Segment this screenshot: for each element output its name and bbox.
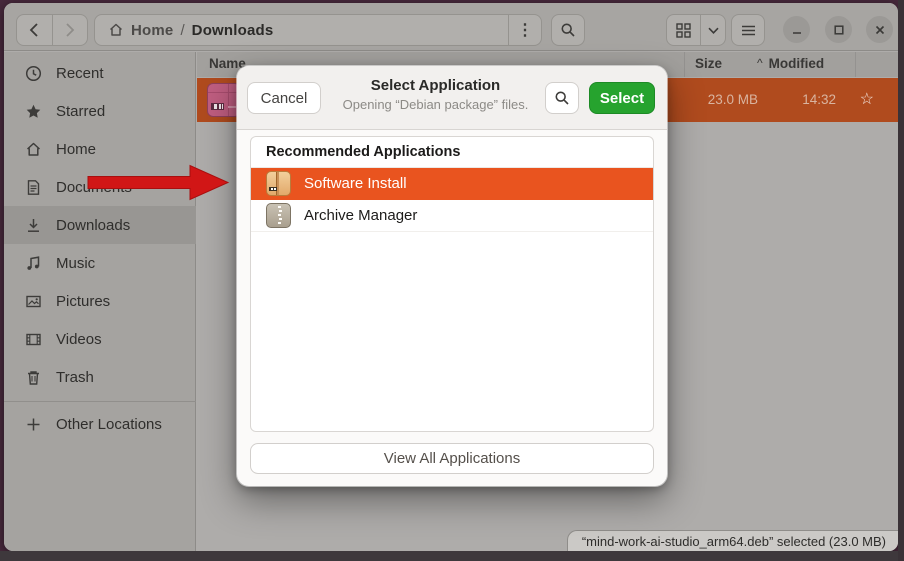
search-icon [560,22,576,38]
path-menu-button[interactable]: ⋮ [508,15,541,45]
statusbar-text: “mind-work-ai-studio_arm64.deb” selected… [582,534,886,549]
view-toggle-group [666,14,726,46]
dialog-titles: Select Application Opening “Debian packa… [332,77,539,112]
sidebar-item-videos[interactable]: Videos [4,320,196,358]
star-outline-icon[interactable]: ☆ [860,89,874,109]
sidebar-item-label: Recent [56,65,104,82]
dialog-subtitle: Opening “Debian package” files. [332,97,539,112]
breadcrumb-home[interactable]: Home [131,22,173,39]
dialog-search-button[interactable] [545,82,579,114]
column-divider [684,52,685,77]
sidebar-item-music[interactable]: Music [4,244,196,282]
sidebar-separator [4,401,196,402]
sidebar-item-label: Home [56,141,96,158]
view-options-dropdown[interactable] [700,15,725,45]
section-title: Recommended Applications [251,137,653,168]
minimize-icon [792,25,802,35]
sidebar: Recent Starred Home Documents Downloads [4,52,196,551]
sidebar-item-label: Other Locations [56,416,162,433]
select-application-dialog: Cancel Select Application Opening “Debia… [237,66,667,486]
grid-view-button[interactable] [667,15,700,45]
column-header-modified[interactable]: ^ Modified [757,56,824,71]
document-icon [25,179,42,196]
application-list: Recommended Applications Software Instal… [250,136,654,432]
sidebar-item-label: Trash [56,369,94,386]
hamburger-menu-icon [741,25,756,36]
view-all-applications-button[interactable]: View All Applications [250,443,654,474]
sidebar-item-other-locations[interactable]: Other Locations [4,405,196,443]
software-install-icon [266,171,291,196]
desktop-right-strip [898,0,904,561]
recent-icon [25,65,42,82]
main-menu-button[interactable] [731,14,765,46]
column-header-size[interactable]: Size [695,56,722,71]
maximize-button[interactable] [825,16,852,43]
home-icon [25,141,42,158]
file-size: 23.0 MB [708,92,758,107]
picture-icon [25,293,42,310]
sidebar-item-label: Videos [56,331,102,348]
file-modified: 14:32 [802,92,836,107]
grid-view-icon [676,23,691,38]
breadcrumb-current[interactable]: Downloads [192,22,274,39]
chevron-down-icon [708,27,719,34]
plus-icon [25,416,42,433]
sidebar-item-recent[interactable]: Recent [4,54,196,92]
chevron-left-icon [29,23,39,37]
search-icon [554,90,570,106]
nav-button-group [16,14,88,46]
sidebar-item-pictures[interactable]: Pictures [4,282,196,320]
desktop: Home / Downloads ⋮ [0,0,904,561]
close-icon [875,25,885,35]
home-icon [108,22,124,38]
select-button[interactable]: Select [589,82,655,114]
trash-icon [25,369,42,386]
sidebar-item-documents[interactable]: Documents [4,168,196,206]
app-name: Archive Manager [304,207,417,224]
music-icon [25,255,42,272]
sidebar-item-trash[interactable]: Trash [4,358,196,396]
archive-manager-icon [266,203,291,228]
breadcrumb-path: Home / Downloads [95,22,508,39]
sort-indicator-icon: ^ [757,56,763,70]
sidebar-item-label: Documents [56,179,132,196]
back-button[interactable] [17,15,52,45]
dialog-title: Select Application [332,77,539,94]
forward-button[interactable] [52,15,88,45]
video-icon [25,331,42,348]
download-icon [25,217,42,234]
deb-package-icon [207,83,241,117]
sidebar-item-label: Downloads [56,217,130,234]
close-button[interactable] [866,16,893,43]
headerbar: Home / Downloads ⋮ [4,3,898,51]
app-row-archive-manager[interactable]: Archive Manager [251,200,653,232]
statusbar: “mind-work-ai-studio_arm64.deb” selected… [567,530,898,551]
sidebar-item-home[interactable]: Home [4,130,196,168]
minimize-button[interactable] [783,16,810,43]
app-name: Software Install [304,175,407,192]
sidebar-item-downloads[interactable]: Downloads [4,206,196,244]
search-button[interactable] [551,14,585,46]
sidebar-item-label: Starred [56,103,105,120]
breadcrumb-separator: / [180,22,184,39]
desktop-bottom-strip [0,551,904,561]
cancel-button[interactable]: Cancel [247,82,321,114]
maximize-icon [834,25,844,35]
star-icon [25,103,42,120]
dialog-header: Cancel Select Application Opening “Debia… [237,66,667,130]
sidebar-item-label: Music [56,255,95,272]
column-divider [855,52,856,77]
sidebar-item-label: Pictures [56,293,110,310]
kebab-icon: ⋮ [517,20,533,40]
chevron-right-icon [65,23,75,37]
sidebar-item-starred[interactable]: Starred [4,92,196,130]
app-row-software-install[interactable]: Software Install [251,168,653,200]
breadcrumb[interactable]: Home / Downloads ⋮ [94,14,542,46]
